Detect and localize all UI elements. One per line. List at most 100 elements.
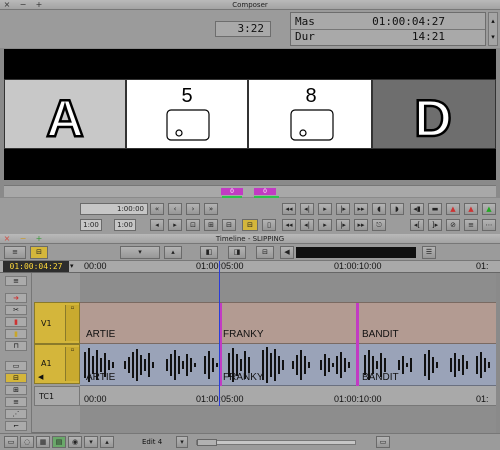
slip-tool-icon[interactable]: ⊟ [5, 373, 27, 383]
slip-button[interactable]: ⊞ [204, 219, 218, 231]
toolbar-dropdown[interactable]: ▾ [120, 246, 160, 259]
prev-frame-button[interactable]: ◂| [300, 203, 314, 215]
back-button[interactable]: ‹ [168, 203, 182, 215]
timeline-ruler[interactable]: 01:00:04:27 ▾ 00:00 01:00:05:00 01:00:10… [0, 261, 500, 273]
splice-button[interactable]: ◂▮ [410, 203, 424, 215]
track-toggle-icon[interactable]: ▭ [5, 361, 27, 371]
timecode-field[interactable]: 1:00:00 [80, 203, 148, 215]
bottom-btn-1[interactable]: ▭ [4, 436, 18, 448]
window-scroll-arrow[interactable]: ▴ ▾ [488, 12, 498, 46]
misc-tool-icon[interactable]: ⋰ [5, 409, 27, 419]
slide-button[interactable]: ⊟ [222, 219, 236, 231]
track-lock[interactable]: ▫ [65, 305, 79, 341]
bottom-btn-6[interactable]: ▾ [84, 436, 98, 448]
countdown-graphic: 5 [166, 85, 210, 141]
lift-button[interactable]: ▲ [446, 203, 460, 215]
dual-roller-button[interactable]: ▯ [262, 219, 276, 231]
v1-track[interactable]: ARTIE FRANKY BANDIT [80, 302, 496, 345]
position-marker-left[interactable]: 0 [221, 188, 243, 195]
toolbar-yellow-button[interactable]: ⊟ [30, 246, 48, 259]
timecode-display[interactable]: Mas 01:00:04:27 Dur 14:21 [290, 12, 486, 46]
menu-button[interactable]: ≡ [464, 219, 478, 231]
forward-button[interactable]: › [186, 203, 200, 215]
trim-fwd-10-button[interactable]: ▸▸ [354, 219, 368, 231]
bottom-btn-2[interactable]: ◌ [20, 436, 34, 448]
track-header-a1[interactable]: A1 ◀ ▫ [34, 344, 80, 384]
trim-left-button[interactable]: ◂ [150, 219, 164, 231]
trim-back-1-button[interactable]: ◂| [300, 219, 314, 231]
bottom-btn-5[interactable]: ◉ [68, 436, 82, 448]
mark-out-button[interactable]: ◗ [390, 203, 404, 215]
in-field[interactable]: 1:00 [80, 219, 102, 231]
play-button[interactable]: ▸ [318, 203, 332, 215]
a1-track[interactable]: ARTIE FRANKY BANDIT [80, 344, 496, 386]
timeline-toolbar: ≡ ⊟ ▾ ▴ ◧ ◨ ⊟ ◀ ☰ [0, 244, 500, 261]
tc-mode-button[interactable]: ▾ [70, 261, 78, 272]
bottom-btn-7[interactable]: ▴ [100, 436, 114, 448]
toolbar-btn-1[interactable]: ◧ [200, 246, 218, 259]
toolbar-btn-2[interactable]: ◨ [228, 246, 246, 259]
mark-in-button[interactable]: ◖ [372, 203, 386, 215]
step-back-button[interactable]: « [150, 203, 164, 215]
edit-dropdown[interactable]: ▾ [176, 436, 188, 448]
frame-letter: A [46, 90, 84, 148]
red-arrow-icon[interactable]: ➜ [5, 293, 27, 303]
zoom-slider[interactable] [196, 439, 356, 446]
segment-red-icon[interactable]: ▮ [5, 317, 27, 327]
play-loop-button[interactable]: ▸ [318, 219, 332, 231]
track-name: TC1 [39, 392, 55, 401]
settings-button[interactable]: ⋯ [482, 219, 496, 231]
divider [291, 29, 485, 30]
audio-speaker-button[interactable]: ◀ [280, 246, 294, 259]
edit-point-right[interactable] [356, 303, 359, 345]
out-field[interactable]: 1:00 [114, 219, 136, 231]
toolbar-menu-button[interactable]: ≡ [4, 246, 26, 259]
trim-right-button[interactable]: ▸ [168, 219, 182, 231]
speaker-icon[interactable]: ◀ [38, 373, 43, 381]
next-frame-button[interactable]: |▸ [336, 203, 350, 215]
playhead[interactable] [219, 261, 220, 406]
position-bar[interactable]: 0 0 [4, 185, 496, 198]
zoom-slider-thumb[interactable] [197, 439, 217, 446]
trim-fwd-1-button[interactable]: |▸ [336, 219, 350, 231]
bottom-btn-3[interactable]: ▦ [36, 436, 50, 448]
segment-yellow-icon[interactable]: ▮ [5, 329, 27, 339]
clear-marks-button[interactable]: ⊘ [446, 219, 460, 231]
track-lock[interactable]: ▫ [65, 347, 79, 381]
lift-icon[interactable]: ⊓ [5, 341, 27, 351]
frame-number: 8 [305, 85, 316, 107]
toolbar-btn-3[interactable]: ⊟ [256, 246, 274, 259]
trim-back-10-button[interactable]: ◂◂ [282, 219, 296, 231]
go-in-button[interactable]: ◂[ [410, 219, 424, 231]
tool-menu-icon[interactable]: ≡ [5, 276, 27, 286]
step-forward-button[interactable]: » [204, 203, 218, 215]
composer-title: Composer [232, 1, 268, 9]
slip-active-button[interactable]: ⊟ [242, 219, 258, 231]
position-marker-right[interactable]: 0 [254, 188, 276, 195]
timeline-tracks[interactable]: ARTIE FRANKY BANDIT ARTIE FRANKY BANDIT … [80, 261, 496, 433]
scissors-icon[interactable]: ✂ [5, 305, 27, 315]
frame-d: D [372, 79, 496, 149]
hook-tool-icon[interactable]: ⌐ [5, 421, 27, 431]
track-header-tc1[interactable]: TC1 [34, 386, 80, 406]
toolbar-list-button[interactable]: ☰ [422, 246, 436, 259]
rewind-button[interactable]: ◂◂ [282, 203, 296, 215]
exit-trim-button[interactable]: ⎋ [372, 219, 386, 231]
go-out-button[interactable]: ]▸ [428, 219, 442, 231]
roll-tool-icon[interactable]: ≡ [5, 397, 27, 407]
extract-button[interactable]: ▲ [464, 203, 478, 215]
bottom-btn-8[interactable]: ▭ [376, 436, 390, 448]
fast-forward-button[interactable]: ▸▸ [354, 203, 368, 215]
edit-point-right[interactable] [356, 344, 359, 386]
timeline-title: Timeline - SLIPPING [215, 235, 285, 243]
trim-mode-button[interactable]: ⊡ [186, 219, 200, 231]
timeline-bottom-bar: ▭ ◌ ▦ ▤ ◉ ▾ ▴ Edit 4 ▾ ▭ [0, 433, 500, 450]
clip-label: ARTIE [86, 329, 116, 340]
bottom-btn-4[interactable]: ▤ [52, 436, 66, 448]
marker-button[interactable]: ▲ [482, 203, 496, 215]
composer-monitor[interactable]: A 5 8 D [4, 49, 496, 180]
trim-tool-icon[interactable]: ⊞ [5, 385, 27, 395]
toolbar-up-button[interactable]: ▴ [164, 246, 182, 259]
overwrite-button[interactable]: ▬ [428, 203, 442, 215]
track-header-v1[interactable]: V1 ▫ [34, 302, 80, 344]
